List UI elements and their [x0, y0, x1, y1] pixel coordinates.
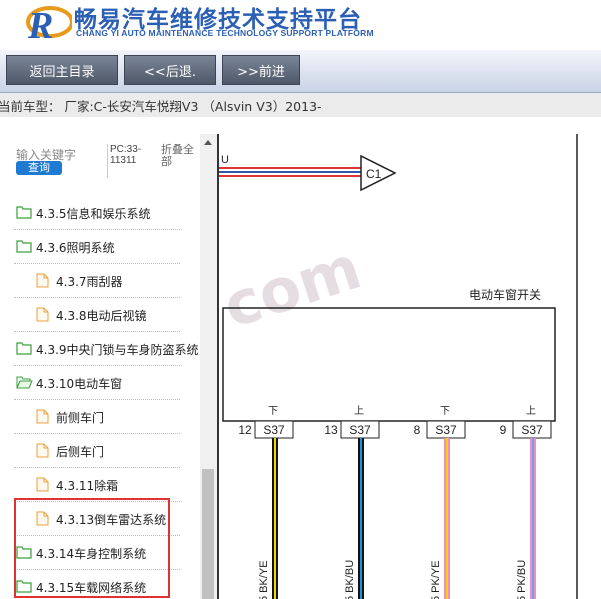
selection-highlight — [14, 498, 170, 598]
pins-group: 下 12 S37 5 BK/YE 上 13 S37 5 BK/BU 下 8 S37 5 PK/YE 上 9… — [238, 405, 552, 599]
tree-item[interactable]: 4.3.8电动后视镜 — [0, 298, 200, 332]
wiring-diagram-svg: U C1 com 电动车窗开关 下 12 S37 5 BK/YE 上 13 S37 5 BK/… — [219, 134, 578, 599]
connector-label: S37 — [521, 423, 543, 437]
platform-subtitle: CHANG YI AUTO MAINTENANCE TECHNOLOGY SUP… — [76, 28, 374, 38]
sidebar-tree: 输入关键字 查询 PC:33-11311 折叠全部 4.3.5信息和娱乐系统 4.… — [0, 134, 217, 599]
tree-item[interactable]: 4.3.5信息和娱乐系统 — [0, 196, 200, 230]
scroll-up-icon[interactable] — [204, 140, 212, 145]
forward-button[interactable]: >>前进 — [222, 55, 300, 85]
svg-text:R: R — [27, 5, 53, 44]
document-icon — [36, 409, 52, 424]
pin-group: 下 8 S37 5 PK/YE — [414, 406, 466, 599]
tree-item-label: 4.3.5信息和娱乐系统 — [36, 207, 151, 221]
folder-icon — [16, 239, 32, 253]
connector-label: S37 — [435, 423, 457, 437]
tree-item-label: 前侧车门 — [56, 411, 105, 425]
current-model-text: 当前车型： 厂家:C-长安汽车悦翔V3 （Alsvin V3）2013- — [0, 99, 322, 114]
back-button[interactable]: <<后退. — [124, 55, 216, 85]
switch-title: 电动车窗开关 — [469, 287, 541, 302]
query-button[interactable]: 查询 — [16, 161, 62, 175]
tree-item-label: 4.3.7雨刮器 — [56, 275, 123, 289]
wire-top-label: U — [221, 154, 229, 166]
pin-number: 8 — [414, 423, 421, 437]
tree-item[interactable]: 4.3.7雨刮器 — [0, 264, 200, 298]
tree-item-label: 4.3.6照明系统 — [36, 241, 115, 255]
search-area: 输入关键字 查询 PC:33-11311 折叠全部 — [0, 134, 200, 184]
tree-item[interactable]: 前侧车门 — [0, 400, 200, 434]
connector-label: S37 — [263, 423, 285, 437]
scroll-thumb[interactable] — [202, 469, 214, 599]
wiring-diagram: U C1 com 电动车窗开关 下 12 S37 5 BK/YE 上 13 S37 5 BK/… — [217, 134, 601, 599]
document-icon — [36, 443, 52, 458]
document-icon — [36, 477, 52, 492]
tree-item-label: 4.3.9中央门锁与车身防盗系统 — [36, 343, 199, 357]
document-icon — [36, 273, 52, 288]
logo-icon: R — [26, 5, 72, 44]
wire-label: 5 BK/BU — [344, 560, 356, 599]
watermark: com — [219, 233, 369, 343]
pin-number: 9 — [500, 423, 507, 437]
tree-item[interactable]: 4.3.10电动车窗 — [0, 366, 200, 400]
pin-direction-label: 上 — [354, 405, 364, 417]
pc-code: PC:33-11311 — [110, 144, 142, 166]
current-model-bar: 当前车型： 厂家:C-长安汽车悦翔V3 （Alsvin V3）2013- — [0, 93, 601, 117]
connector-c1-label: C1 — [366, 167, 382, 181]
pin-direction-label: 下 — [440, 406, 450, 417]
pin-group: 上 9 S37 5 PK/BU — [500, 405, 552, 599]
collapse-all-link[interactable]: 折叠全部 — [161, 144, 199, 168]
folder-icon — [16, 341, 32, 355]
tree-item-label: 4.3.8电动后视镜 — [56, 309, 147, 323]
wire-label: 5 PK/BU — [516, 560, 528, 599]
wire-label: 5 PK/YE — [430, 560, 442, 599]
pin-number: 12 — [238, 423, 252, 437]
tree-item[interactable]: 4.3.6照明系统 — [0, 230, 200, 264]
connector-label: S37 — [349, 423, 371, 437]
home-button[interactable]: 返回主目录 — [6, 55, 118, 85]
folder-icon — [16, 205, 32, 219]
pin-direction-label: 上 — [526, 405, 536, 417]
folder-open-icon — [16, 375, 33, 389]
document-icon — [36, 307, 52, 322]
tree-item[interactable]: 4.3.9中央门锁与车身防盗系统 — [0, 332, 200, 366]
tree-item-label: 后侧车门 — [56, 445, 105, 459]
tree-item[interactable]: 4.3.11除霜 — [0, 468, 200, 502]
wire-label: 5 BK/YE — [258, 560, 270, 599]
pin-direction-label: 下 — [268, 406, 278, 417]
tree-item[interactable]: 后侧车门 — [0, 434, 200, 468]
pin-group: 下 12 S37 5 BK/YE — [238, 406, 294, 599]
pin-number: 13 — [324, 423, 338, 437]
scrollbar[interactable] — [200, 134, 217, 599]
header: R 畅易汽车维修技术支持平台 CHANG YI AUTO MAINTENANCE… — [0, 0, 601, 51]
nav-bar: 返回主目录 <<后退. >>前进 — [0, 50, 601, 93]
tree-item-label: 4.3.11除霜 — [56, 479, 119, 493]
divider — [107, 144, 108, 178]
pin-group: 上 13 S37 5 BK/BU — [324, 405, 380, 599]
tree-item-label: 4.3.10电动车窗 — [36, 377, 123, 391]
